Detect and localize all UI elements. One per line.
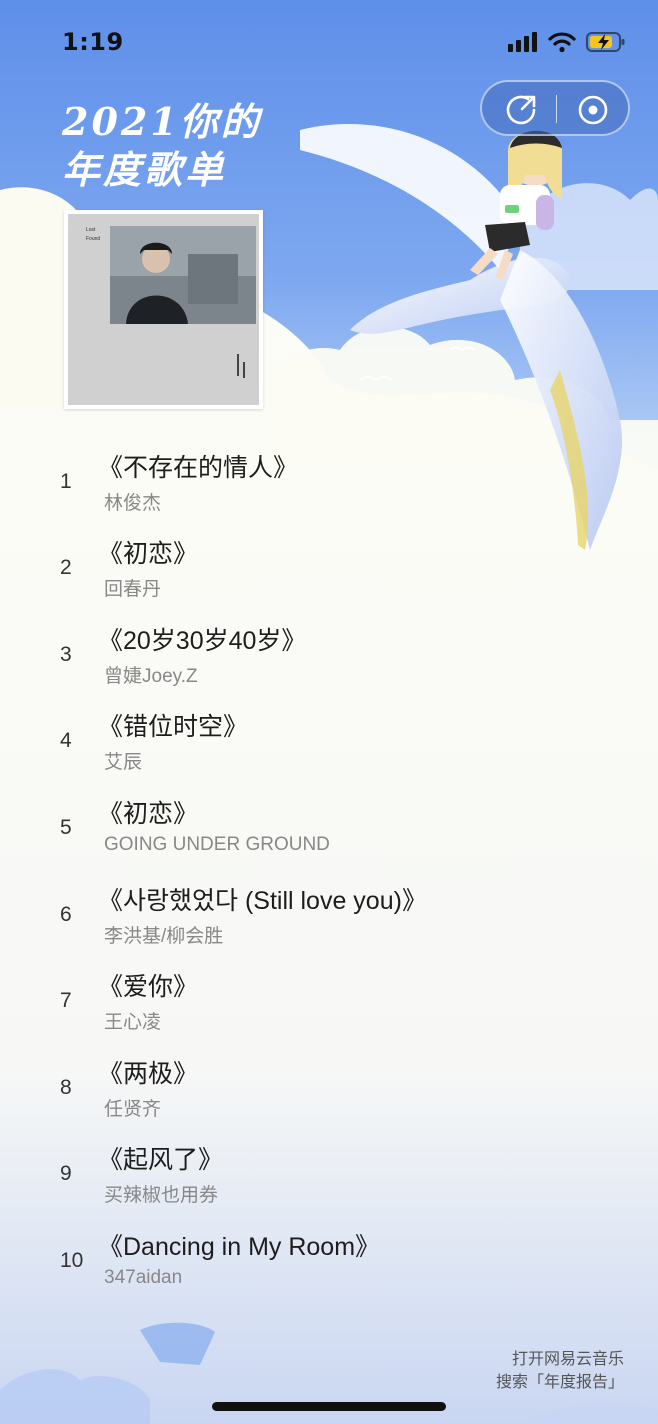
wifi-icon <box>548 32 576 53</box>
song-artist: 买辣椒也用券 <box>104 1185 219 1206</box>
home-indicator[interactable] <box>212 1402 446 1411</box>
status-time: 1:19 <box>62 28 124 56</box>
album-photo <box>110 226 256 378</box>
record-button[interactable] <box>573 90 613 130</box>
share-button[interactable] <box>501 90 541 130</box>
song-title: 《사랑했었다 (Still love you)》 <box>98 887 427 915</box>
album-art: Lost Found <box>68 214 259 405</box>
song-title: 《两极》 <box>98 1060 199 1088</box>
status-icons <box>508 30 626 54</box>
song-rank: 2 <box>60 556 72 579</box>
song-title: 《不存在的情人》 <box>98 454 299 482</box>
song-rank: 7 <box>60 989 72 1012</box>
title-line-1: 2021你的 <box>62 99 262 144</box>
title-line-2: 年度歌单 <box>62 147 227 192</box>
footer-line-1: 打开网易云音乐 <box>511 1349 624 1368</box>
song-item[interactable]: 7 《爱你》 王心凌 <box>0 959 658 1045</box>
song-rank: 9 <box>60 1162 72 1185</box>
song-item[interactable]: 9 《起风了》 买辣椒也用券 <box>0 1132 658 1218</box>
song-rank: 10 <box>60 1249 84 1272</box>
song-rank: 4 <box>60 729 72 752</box>
song-rank: 6 <box>60 903 72 926</box>
status-bar: 1:19 <box>0 0 658 84</box>
song-rank: 5 <box>60 816 72 839</box>
page-title: 2021你的 年度歌单 <box>62 98 262 194</box>
song-artist: 347aidan <box>104 1267 183 1288</box>
battery-charging-icon <box>586 32 625 52</box>
song-artist: 曾婕Joey.Z <box>104 666 198 687</box>
song-item[interactable]: 8 《两极》 任贤齐 <box>0 1046 658 1132</box>
song-rank: 8 <box>60 1076 72 1099</box>
song-title: 《初恋》 <box>98 800 199 828</box>
song-title: 《爱你》 <box>98 973 199 1001</box>
song-artist: 林俊杰 <box>104 493 162 514</box>
song-artist: GOING UNDER GROUND <box>104 834 330 855</box>
song-artist: 艾辰 <box>104 752 143 773</box>
cellular-signal-icon <box>508 32 537 52</box>
song-item[interactable]: 10 《Dancing in My Room》 347aidan <box>0 1219 658 1305</box>
song-item[interactable]: 1 《不存在的情人》 林俊杰 <box>0 440 658 526</box>
song-item[interactable]: 6 《사랑했었다 (Still love you)》 李洪基/柳会胜 <box>0 873 658 959</box>
share-icon <box>506 95 536 125</box>
song-item[interactable]: 4 《错位时空》 艾辰 <box>0 699 658 785</box>
record-icon <box>578 95 608 125</box>
song-artist: 回春丹 <box>104 579 162 600</box>
song-title: 《20岁30岁40岁》 <box>98 627 307 655</box>
footer-hint: 打开网易云音乐 搜索「年度报告」 <box>496 1347 624 1393</box>
song-artist: 王心凌 <box>104 1012 162 1033</box>
album-cover[interactable]: Lost Found <box>64 210 263 409</box>
song-title: 《起风了》 <box>98 1146 224 1174</box>
action-pill <box>480 80 630 136</box>
song-artist: 李洪基/柳会胜 <box>104 926 224 947</box>
footer-line-2: 搜索「年度报告」 <box>495 1372 624 1391</box>
song-item[interactable]: 2 《初恋》 回春丹 <box>0 526 658 612</box>
song-item[interactable]: 3 《20岁30岁40岁》 曾婕Joey.Z <box>0 613 658 699</box>
song-title: 《Dancing in My Room》 <box>98 1233 381 1261</box>
pill-divider <box>556 95 557 123</box>
song-title: 《错位时空》 <box>98 713 249 741</box>
song-title: 《初恋》 <box>98 540 199 568</box>
song-artist: 任贤齐 <box>104 1099 162 1120</box>
song-rank: 1 <box>60 470 72 493</box>
song-rank: 3 <box>60 643 72 666</box>
song-item[interactable]: 5 《初恋》 GOING UNDER GROUND <box>0 786 658 872</box>
